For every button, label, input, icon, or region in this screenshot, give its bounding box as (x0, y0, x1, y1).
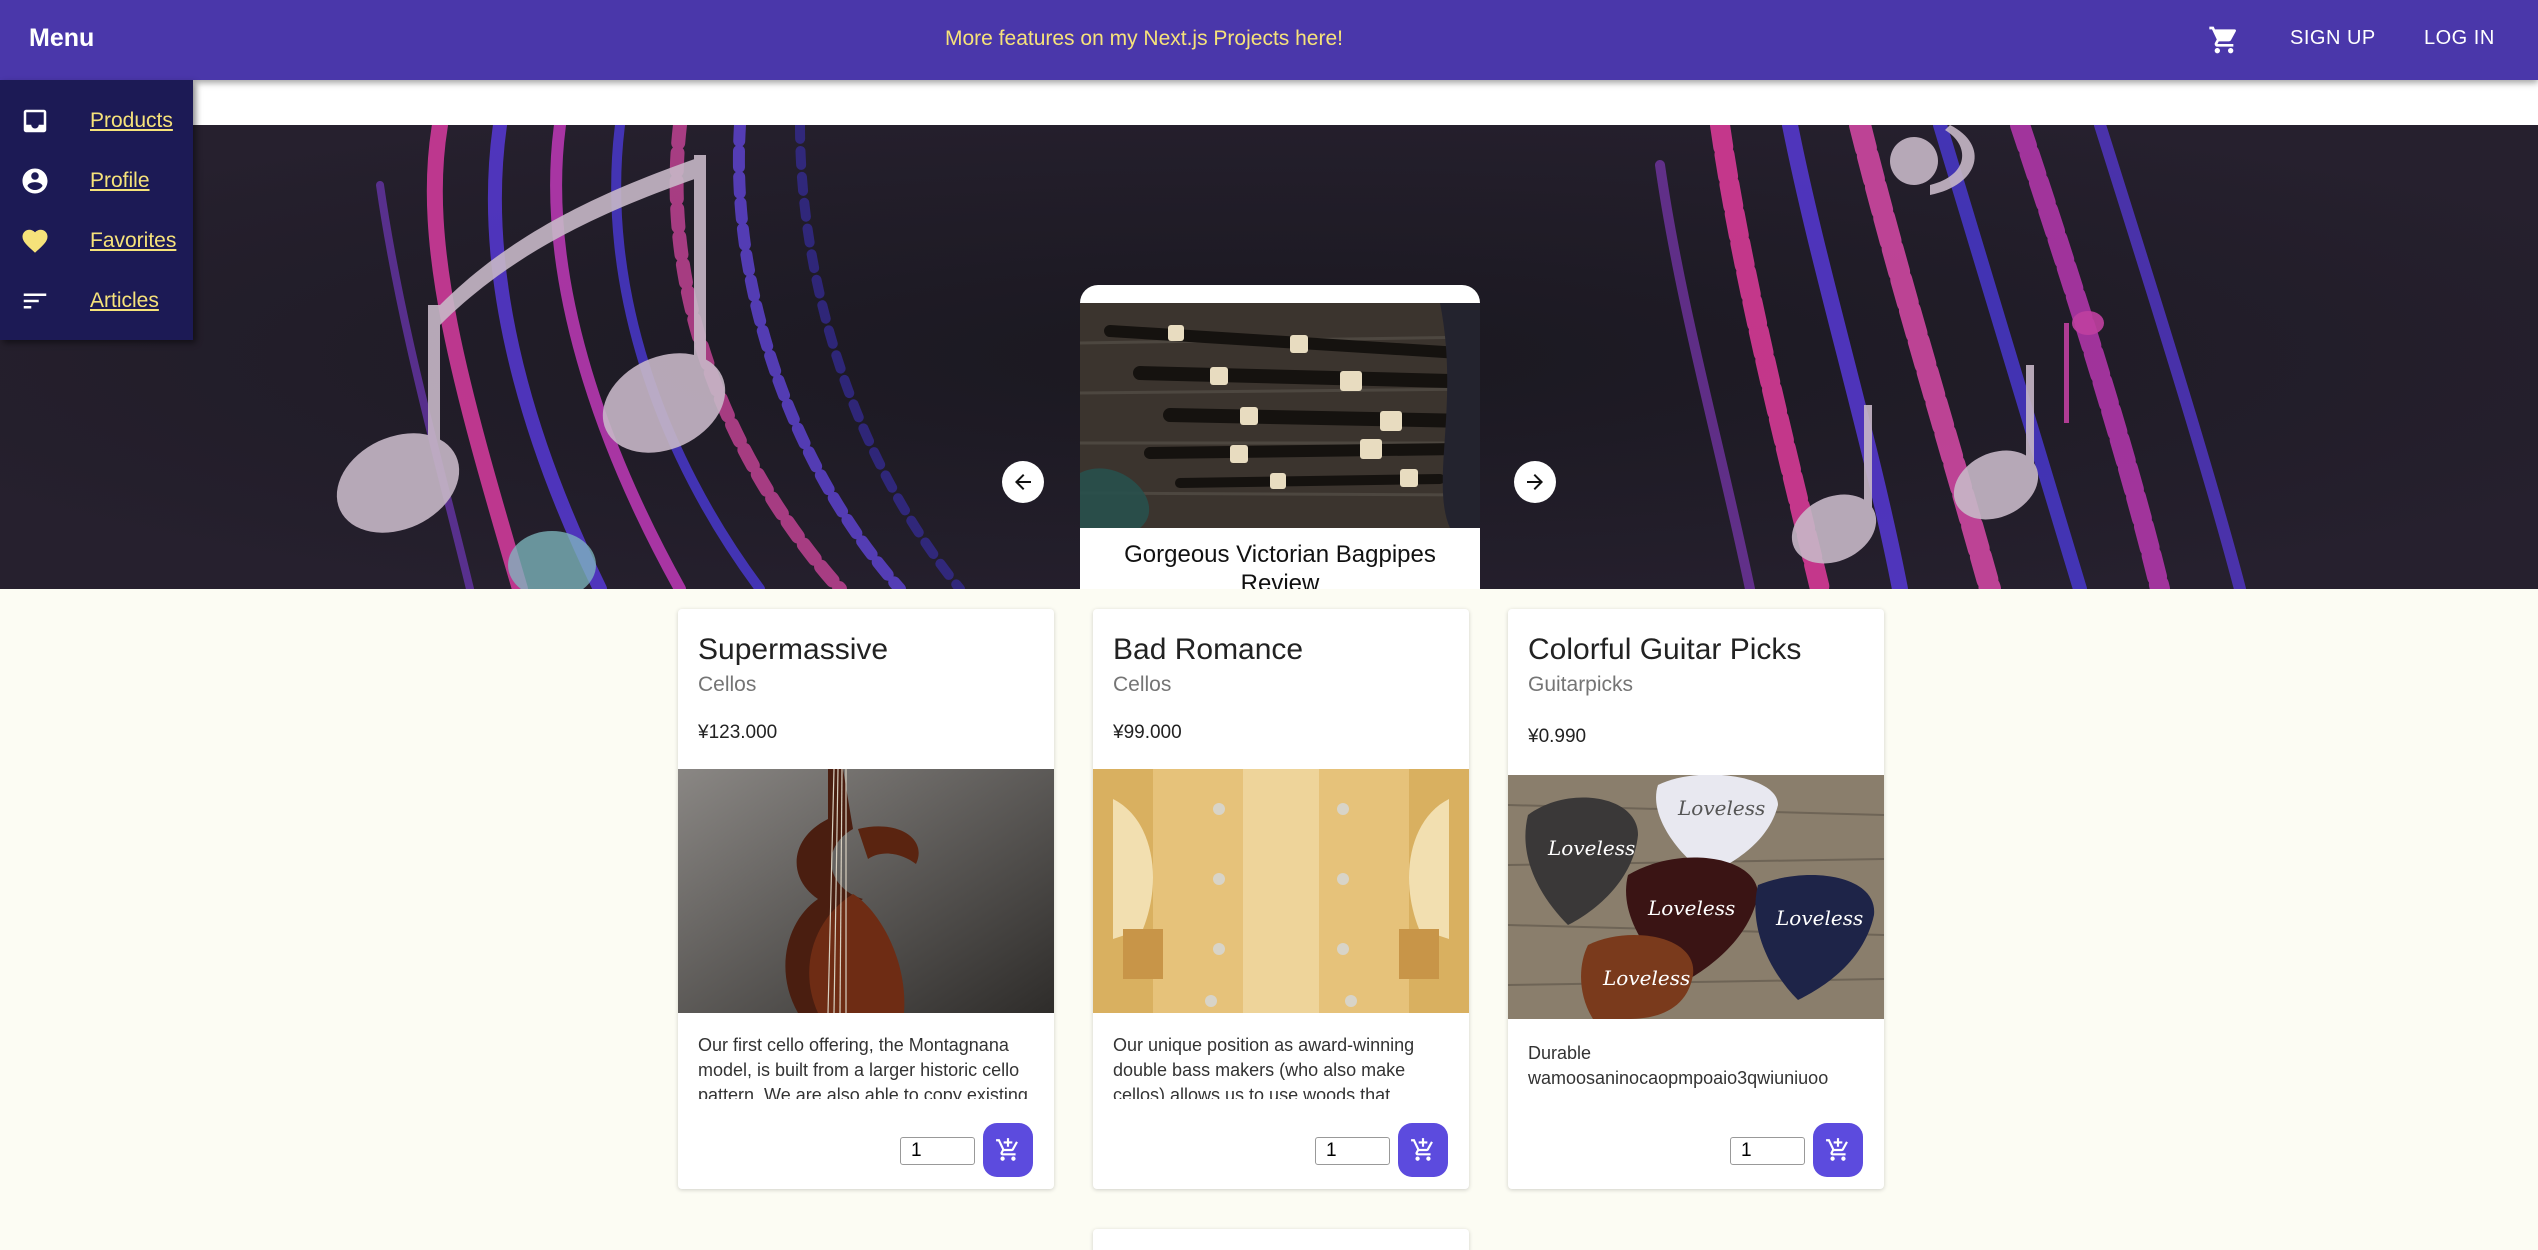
shopping-cart-icon[interactable] (2208, 24, 2240, 56)
svg-text:Loveless: Loveless (1647, 896, 1735, 920)
hero-banner: Gorgeous Victorian Bagpipes Review (0, 125, 2538, 589)
drawer-item-products[interactable]: Products (0, 90, 193, 150)
svg-text:Loveless: Loveless (1547, 836, 1635, 860)
product-category: Guitarpicks (1528, 673, 1634, 696)
heart-icon (20, 226, 50, 256)
product-description: Our unique position as award-winning dou… (1113, 1035, 1415, 1099)
product-description: Durable wamoosaninocaopmpoaio3qwiuniuoo (1528, 1043, 1829, 1088)
app-bar: Menu More features on my Next.js Project… (0, 0, 2538, 80)
add-to-cart-button[interactable] (1813, 1123, 1863, 1177)
carousel-next-button[interactable] (1514, 461, 1556, 503)
bagpipes-photo (1080, 303, 1480, 528)
cello-workshop-photo (1093, 769, 1469, 1013)
product-category: Cellos (698, 673, 757, 696)
product-card[interactable]: Supermassive Cellos ¥123.000 Our first c… (678, 609, 1054, 1189)
quantity-input[interactable] (1730, 1137, 1805, 1165)
drawer-item-label: Favorites (90, 229, 177, 252)
product-price: ¥99.000 (1113, 722, 1182, 743)
product-price: ¥0.990 (1528, 726, 1587, 747)
svg-text:Loveless: Loveless (1677, 796, 1765, 820)
account-circle-icon (20, 166, 50, 196)
product-card[interactable]: Colorful Guitar Picks Guitarpicks ¥0.990… (1508, 609, 1884, 1189)
add-shopping-cart-icon (1411, 1138, 1433, 1161)
side-drawer: Products Profile Favorites Articles (0, 80, 193, 340)
add-shopping-cart-icon (996, 1138, 1018, 1161)
drawer-item-label: Profile (90, 169, 150, 192)
product-card-partial[interactable] (1093, 1229, 1469, 1250)
drawer-item-profile[interactable]: Profile (0, 150, 193, 210)
guitar-picks-photo: Loveless Loveless Loveless Loveless Loveles… (1508, 775, 1884, 1019)
carousel-slide[interactable]: Gorgeous Victorian Bagpipes Review (1080, 285, 1480, 589)
drawer-item-label: Products (90, 109, 173, 132)
quantity-input[interactable] (1315, 1137, 1390, 1165)
product-price: ¥123.000 (698, 722, 778, 743)
svg-text:Loveless: Loveless (1602, 966, 1690, 990)
add-shopping-cart-icon (1826, 1138, 1848, 1161)
carousel-caption[interactable]: Gorgeous Victorian Bagpipes Review (1100, 540, 1460, 589)
product-card[interactable]: Bad Romance Cellos ¥99.000 Our unique po… (1093, 609, 1469, 1189)
inbox-icon (20, 106, 50, 136)
product-title[interactable]: Bad Romance (1113, 633, 1303, 667)
cello-photo (678, 769, 1054, 1013)
login-button[interactable]: LOG IN (2424, 27, 2495, 50)
product-category: Cellos (1113, 673, 1172, 696)
product-title[interactable]: Colorful Guitar Picks (1528, 633, 1801, 667)
arrow-left-icon (1015, 474, 1031, 490)
product-description: Our first cello offering, the Montagnana… (698, 1035, 1028, 1099)
add-to-cart-button[interactable] (983, 1123, 1033, 1177)
sort-lines-icon (20, 286, 50, 316)
quantity-input[interactable] (900, 1137, 975, 1165)
drawer-item-articles[interactable]: Articles (0, 270, 193, 330)
drawer-item-label: Articles (90, 289, 159, 312)
drawer-item-favorites[interactable]: Favorites (0, 210, 193, 270)
promo-link[interactable]: More features on my Next.js Projects her… (0, 27, 2288, 51)
top-strip (0, 80, 2538, 125)
carousel-prev-button[interactable] (1002, 461, 1044, 503)
add-to-cart-button[interactable] (1398, 1123, 1448, 1177)
signup-button[interactable]: SIGN UP (2290, 27, 2376, 50)
product-title[interactable]: Supermassive (698, 633, 888, 667)
svg-text:Loveless: Loveless (1775, 906, 1863, 930)
arrow-right-icon (1527, 474, 1543, 490)
